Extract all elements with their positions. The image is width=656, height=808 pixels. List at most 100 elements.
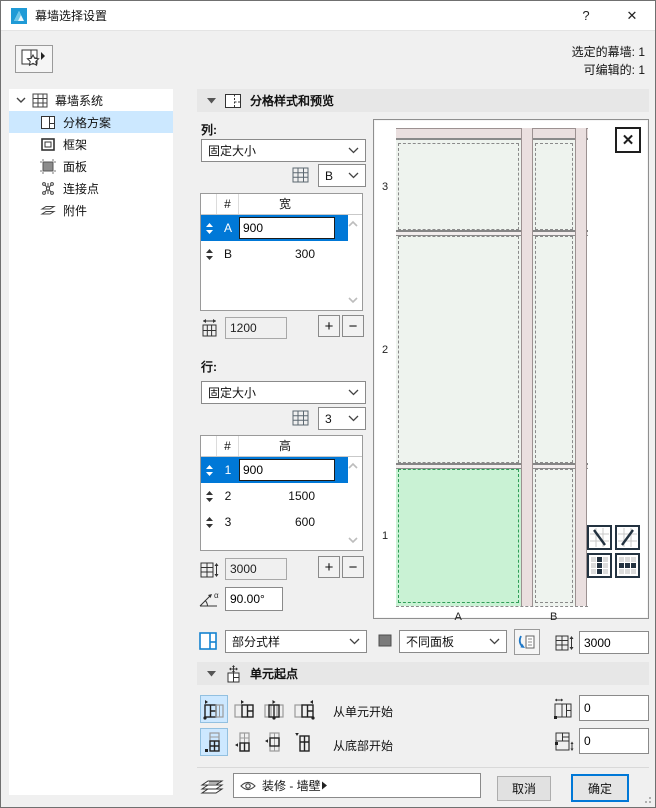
rows-table[interactable]: #高1900215003600 [200, 435, 363, 551]
apply-to-panels-button[interactable] [514, 629, 540, 655]
origin-section-header[interactable]: 单元起点 [197, 662, 649, 685]
mullion [575, 128, 587, 606]
sidebar-item-label: 附件 [63, 202, 87, 219]
rows-scheme-dropdown[interactable]: 固定大小 [201, 381, 366, 404]
sidebar-item-frame[interactable]: 框架 [9, 133, 173, 155]
table-row[interactable]: 21500 [201, 483, 348, 509]
row-handle[interactable] [201, 464, 217, 477]
diagonal-backslash-pattern-button[interactable] [587, 525, 612, 550]
panel-scheme-dropdown[interactable]: 不同面板 [399, 630, 507, 653]
row-value: 600 [239, 515, 331, 529]
resize-grip[interactable] [642, 794, 652, 804]
column-pattern-icon [590, 556, 609, 575]
start-from-bottom-align-4-button[interactable] [290, 728, 318, 756]
rows-scheme-value: 固定大小 [208, 384, 348, 401]
row-handle[interactable] [201, 490, 217, 503]
preview-panel-B3[interactable] [533, 140, 575, 233]
remove-row-button[interactable]: − [342, 556, 364, 578]
value-edit-field[interactable]: 900 [239, 217, 335, 239]
start-from-unit-align-center-button[interactable] [260, 695, 288, 723]
table-row[interactable]: 3600 [201, 509, 348, 535]
row-drag-handle-icon [205, 464, 214, 477]
align-left-icon [202, 697, 226, 721]
bottom-align-4-icon [292, 730, 316, 754]
preview-panel-B1[interactable] [533, 466, 575, 606]
start-from-unit-align-right-button[interactable] [290, 695, 318, 723]
mullion [521, 128, 533, 606]
sidebar-item-label: 连接点 [63, 180, 99, 197]
accessories-icon [39, 202, 57, 218]
tree-root-curtain-wall-system[interactable]: 幕墙系统 [9, 89, 173, 111]
curtain-wall-preview: ✕ 321AB [373, 119, 649, 619]
scroll-down-icon [347, 296, 359, 304]
bottom-align-2-icon [232, 730, 256, 754]
rows-total-field: 3000 [225, 558, 287, 580]
columns-scheme-dropdown[interactable]: 固定大小 [201, 139, 366, 162]
columns-scheme-value: 固定大小 [208, 142, 348, 159]
sidebar-item-scheme[interactable]: 分格方案 [9, 111, 173, 133]
horizontal-offset-icon [551, 697, 575, 721]
frame-icon [39, 136, 57, 152]
preview-panel-A3[interactable] [396, 140, 521, 233]
sidebar-item-accessories[interactable]: 附件 [9, 199, 173, 221]
sidebar-item-panel[interactable]: 面板 [9, 155, 173, 177]
chevron-down-icon [348, 415, 359, 422]
table-header: #高 [201, 436, 362, 457]
angle-field[interactable]: 90.00° [225, 587, 283, 611]
preview-close-button[interactable]: ✕ [615, 127, 641, 153]
table-row[interactable]: 1900 [201, 457, 348, 483]
chevron-down-icon [348, 172, 359, 179]
add-row-button[interactable]: + [318, 556, 340, 578]
start-from-bottom-align-3-button[interactable] [260, 728, 288, 756]
ok-button[interactable]: 确定 [571, 774, 629, 802]
start-from-unit-align-1-button[interactable] [200, 695, 228, 723]
remove-column-button[interactable]: − [342, 315, 364, 337]
column-selection-pattern-button[interactable] [587, 553, 612, 578]
partial-pattern-icon [198, 631, 218, 651]
layer-dropdown[interactable]: 装修 - 墙壁 [233, 773, 481, 798]
start-from-bottom-align-2-button[interactable] [230, 728, 258, 756]
value-edit-field[interactable]: 900 [239, 459, 335, 481]
top-frame [396, 128, 588, 140]
row-selection-pattern-button[interactable] [615, 553, 640, 578]
help-button[interactable]: ? [563, 1, 609, 31]
row-handle[interactable] [201, 248, 217, 261]
pattern-scheme-dropdown[interactable]: 部分式样 [225, 630, 367, 653]
table-row[interactable]: B300 [201, 241, 348, 267]
scroll-up-button[interactable] [346, 218, 360, 230]
diagonal-slash-pattern-button[interactable] [615, 525, 640, 550]
start-from-bottom-align-1-button[interactable] [200, 728, 228, 756]
align-center-icon [262, 697, 286, 721]
bottom-align-3-icon [262, 730, 286, 754]
rows-count-dropdown[interactable]: 3 [318, 407, 366, 430]
scroll-down-button[interactable] [346, 534, 360, 546]
submenu-arrow-icon [321, 781, 328, 790]
row-handle[interactable] [201, 516, 217, 529]
start-from-unit-align-2-button[interactable] [230, 695, 258, 723]
cancel-button[interactable]: 取消 [497, 776, 551, 801]
pattern-section-header[interactable]: 分格样式和预览 [197, 89, 649, 112]
sidebar-item-junction[interactable]: 连接点 [9, 177, 173, 199]
preview-panel-A2[interactable] [396, 233, 521, 466]
favorites-button[interactable] [15, 45, 53, 73]
table-row[interactable]: A900 [201, 215, 348, 241]
add-column-button[interactable]: + [318, 315, 340, 337]
table-header: #宽 [201, 194, 362, 215]
pattern-preview-icon [224, 93, 242, 109]
columns-count-dropdown[interactable]: B [318, 164, 366, 187]
scroll-up-button[interactable] [346, 460, 360, 472]
columns-table[interactable]: #宽A900B300 [200, 193, 363, 311]
sidebar-item-label: 框架 [63, 136, 87, 153]
close-button[interactable]: ✕ [609, 1, 655, 31]
preview-panel-B2[interactable] [533, 233, 575, 466]
row-drag-handle-icon [205, 248, 214, 261]
preview-panel-A1[interactable] [396, 466, 521, 606]
vertical-offset-field[interactable]: 0 [579, 728, 649, 754]
scroll-down-button[interactable] [346, 294, 360, 306]
origin-section-title: 单元起点 [250, 665, 298, 682]
curtain-wall-grid-icon [31, 92, 49, 108]
scroll-down-icon [347, 536, 359, 544]
row-handle[interactable] [201, 222, 217, 235]
horizontal-offset-field[interactable]: 0 [579, 695, 649, 721]
total-height-field[interactable]: 3000 [579, 631, 649, 654]
